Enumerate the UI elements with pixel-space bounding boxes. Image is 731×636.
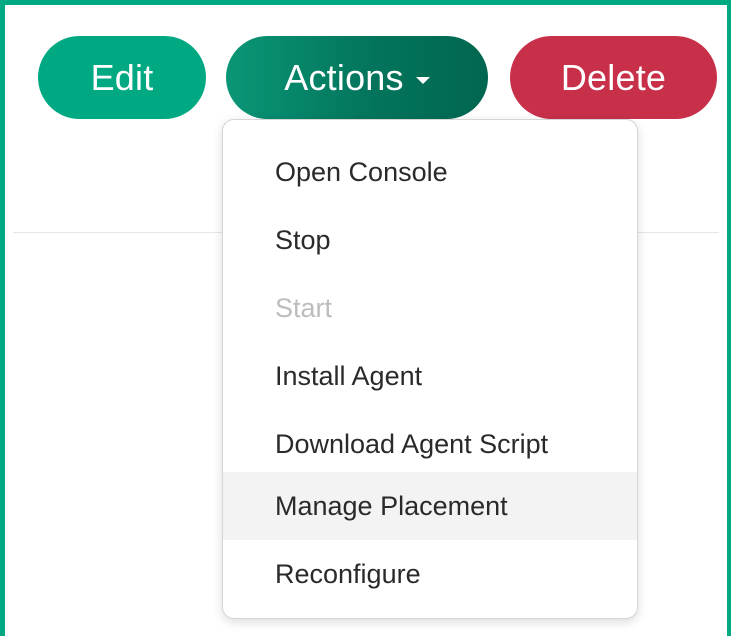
- actions-dropdown-menu: Open Console Stop Start Install Agent Do…: [222, 119, 638, 619]
- actions-button-label: Actions: [284, 56, 404, 98]
- delete-button-label: Delete: [560, 56, 667, 98]
- menu-item-label: Stop: [275, 224, 331, 255]
- edit-button[interactable]: Edit: [38, 36, 206, 119]
- menu-item-stop[interactable]: Stop: [223, 206, 637, 274]
- menu-item-label: Download Agent Script: [275, 428, 549, 459]
- edit-button-label: Edit: [90, 56, 154, 98]
- menu-item-label: Install Agent: [275, 360, 423, 391]
- menu-item-label: Open Console: [275, 156, 448, 187]
- delete-button[interactable]: Delete: [510, 36, 717, 119]
- menu-item-reconfigure[interactable]: Reconfigure: [223, 540, 637, 608]
- menu-item-download-agent-script[interactable]: Download Agent Script: [223, 410, 637, 478]
- menu-item-start: Start: [223, 274, 637, 342]
- menu-item-label: Reconfigure: [275, 558, 421, 589]
- menu-item-open-console[interactable]: Open Console: [223, 138, 637, 206]
- actions-dropdown-button[interactable]: Actions: [226, 36, 488, 119]
- menu-item-label: Manage Placement: [275, 490, 508, 521]
- menu-item-label: Start: [275, 292, 333, 323]
- chevron-down-icon: [415, 77, 430, 84]
- menu-item-install-agent[interactable]: Install Agent: [223, 342, 637, 410]
- menu-item-manage-placement[interactable]: Manage Placement: [223, 472, 637, 540]
